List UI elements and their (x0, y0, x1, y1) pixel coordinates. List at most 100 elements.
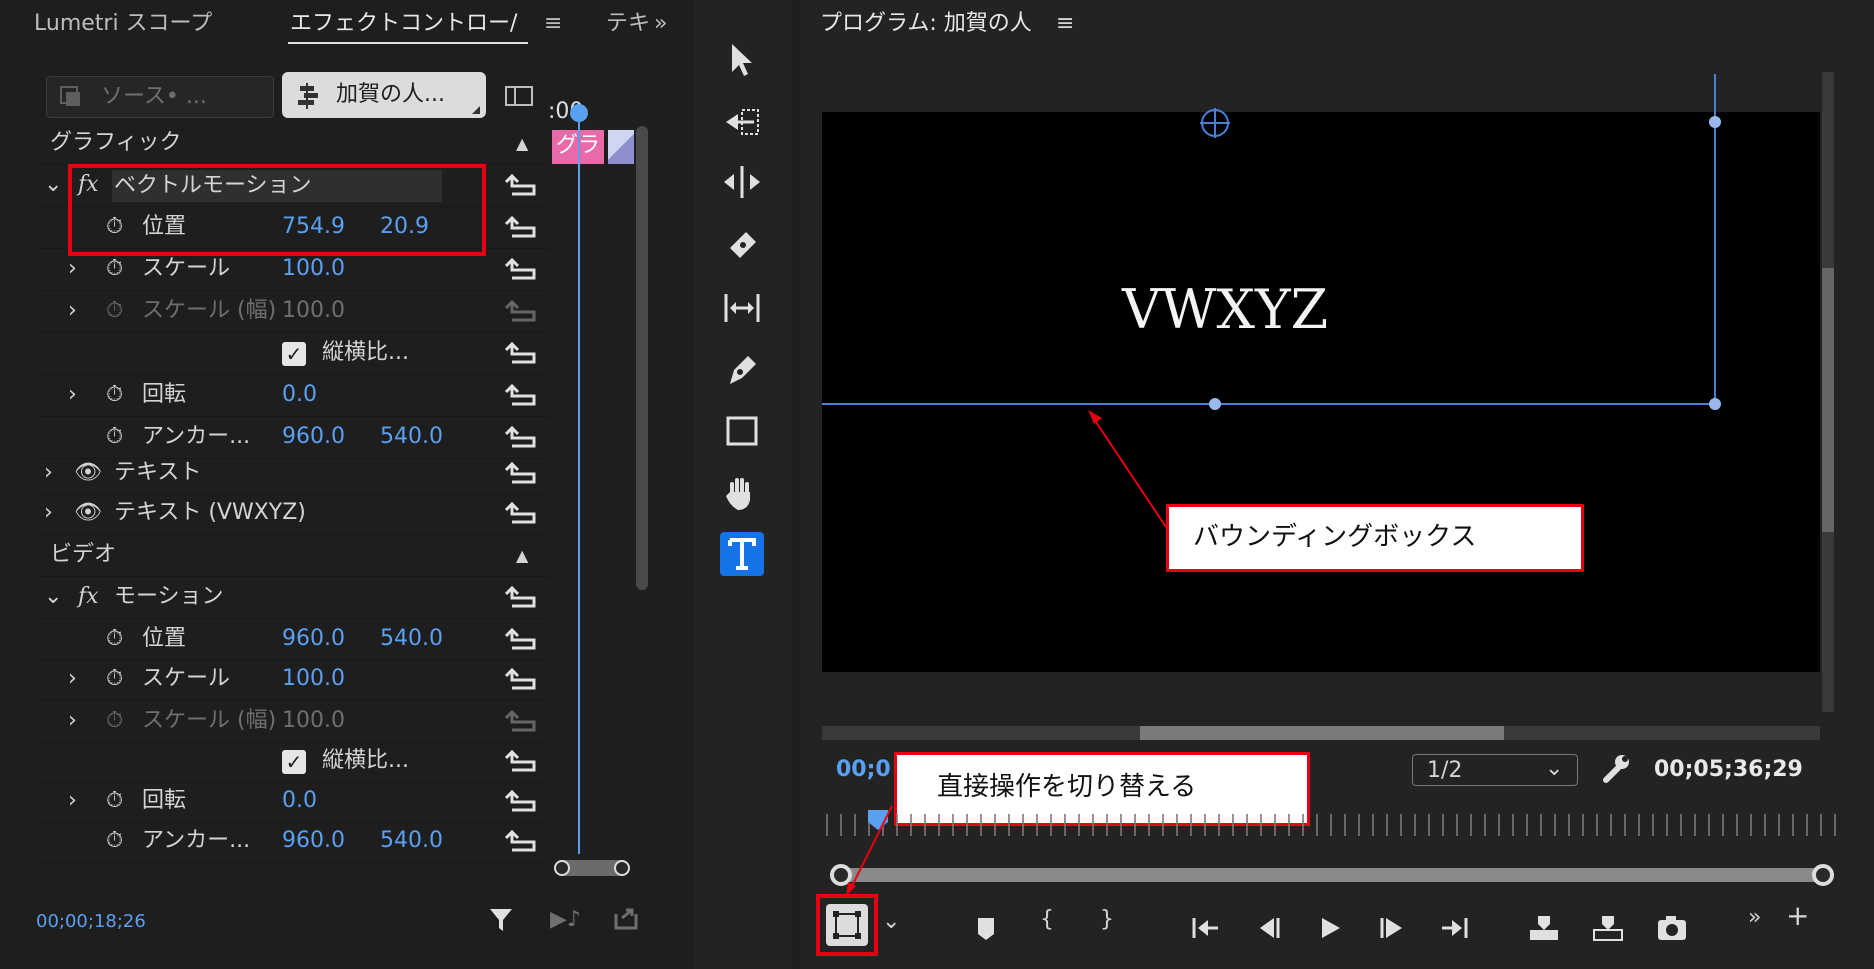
rotation-value[interactable]: 0.0 (282, 381, 317, 409)
go-to-out-icon[interactable] (1436, 910, 1472, 946)
hand-icon[interactable] (720, 472, 764, 516)
bounding-box-handle-bottom-right[interactable] (1709, 398, 1721, 410)
razor-icon[interactable] (720, 222, 764, 266)
stopwatch-icon[interactable]: ⏱ (106, 625, 123, 653)
clip-dropdown[interactable]: 加賀の人... (282, 72, 486, 118)
resolution-dropdown[interactable]: 1/2 ⌄ (1412, 754, 1578, 786)
reset-vector-motion-icon[interactable] (504, 172, 542, 200)
time-ruler[interactable] (826, 814, 1836, 836)
position-x-value[interactable]: 960.0 (282, 625, 345, 653)
tab-menu-icon[interactable]: ≡ (544, 10, 562, 38)
uniform-scale-checkbox[interactable]: ✓ (282, 342, 306, 366)
video-text-vwxyz[interactable]: VWXYZ (1122, 278, 1328, 341)
collapse-video-icon[interactable]: ▲ (516, 542, 528, 570)
more-controls-icon[interactable]: » (1748, 904, 1784, 940)
tab-text[interactable]: テキ (606, 10, 650, 38)
reset-uniform-scale-icon[interactable] (504, 748, 542, 776)
expand-vector-motion-icon[interactable]: ⌄ (44, 171, 62, 199)
insert-icon[interactable] (1526, 910, 1562, 946)
monitor-horizontal-scrollbar[interactable] (822, 726, 1820, 740)
reset-rotation-icon[interactable] (504, 382, 542, 410)
source-dropdown[interactable]: ソース• ... (46, 76, 274, 118)
scale-value[interactable]: 100.0 (282, 665, 345, 693)
layer-text-vwxyz[interactable]: › 👁 テキスト (VWXYZ) (38, 494, 550, 535)
expand-scale-width-icon[interactable]: › (68, 707, 77, 735)
reset-scale-icon[interactable] (504, 666, 542, 694)
panel-menu-icon[interactable]: ≡ (1056, 10, 1074, 38)
uniform-scale-checkbox[interactable]: ✓ (282, 750, 306, 774)
anchor-y-value[interactable]: 540.0 (380, 827, 443, 855)
expand-scale-icon[interactable]: › (68, 665, 77, 693)
bounding-box-handle-bottom-mid[interactable] (1209, 398, 1221, 410)
mark-in-icon[interactable]: { (1040, 906, 1076, 942)
reset-text-vwxyz-icon[interactable] (504, 500, 542, 528)
anchor-x-value[interactable]: 960.0 (282, 423, 345, 451)
stopwatch-icon[interactable]: ⏱ (106, 423, 123, 451)
overwrite-icon[interactable] (1590, 910, 1626, 946)
layer-text[interactable]: › 👁 テキスト (38, 454, 550, 495)
timeline-transition[interactable] (608, 130, 634, 164)
effect-motion[interactable]: ⌄ fx モーション (38, 578, 550, 619)
anchor-point-crosshair-icon[interactable] (1200, 108, 1230, 138)
button-editor-plus-icon[interactable]: + (1786, 902, 1822, 938)
export-frame-camera-icon[interactable] (1654, 910, 1690, 946)
visibility-eye-icon[interactable]: 👁 (74, 499, 102, 527)
monitor-horizontal-scroll-thumb[interactable] (1140, 726, 1504, 740)
step-back-icon[interactable] (1252, 910, 1288, 946)
expand-rotation-icon[interactable]: › (68, 787, 77, 815)
tab-lumetri-scopes[interactable]: Lumetri スコープ (34, 10, 212, 38)
filter-icon[interactable] (488, 906, 514, 934)
program-zoom-handle-right[interactable] (1812, 864, 1834, 886)
play-icon[interactable] (1312, 910, 1348, 946)
bounding-box-handle-top-right[interactable] (1709, 116, 1721, 128)
program-current-time[interactable]: 00;0 (836, 756, 891, 784)
reset-rotation-icon[interactable] (504, 788, 542, 816)
tab-effect-controls[interactable]: エフェクトコントロー/ (290, 10, 517, 38)
mark-out-icon[interactable]: } (1100, 906, 1136, 942)
visibility-eye-icon[interactable]: 👁 (74, 459, 102, 487)
anchor-y-value[interactable]: 540.0 (380, 423, 443, 451)
playhead-handle[interactable] (570, 104, 588, 122)
go-to-in-icon[interactable] (1188, 910, 1224, 946)
stopwatch-icon[interactable]: ⏱ (106, 787, 123, 815)
expand-text-vwxyz-icon[interactable]: › (44, 499, 53, 527)
reset-uniform-scale-icon[interactable] (504, 340, 542, 368)
expand-text-icon[interactable]: › (44, 459, 53, 487)
expand-rotation-icon[interactable]: › (68, 381, 77, 409)
chevron-down-icon[interactable]: ⌄ (882, 908, 918, 944)
toggle-timeline-view-icon[interactable] (504, 84, 534, 108)
zoom-handle-right[interactable] (614, 860, 630, 876)
track-select-icon[interactable] (720, 100, 764, 144)
reset-anchor-icon[interactable] (504, 828, 542, 856)
type-icon[interactable] (720, 532, 764, 576)
expand-scale-icon[interactable]: › (68, 255, 77, 283)
anchor-x-value[interactable]: 960.0 (282, 827, 345, 855)
scale-value[interactable]: 100.0 (282, 255, 345, 283)
add-marker-icon[interactable] (968, 910, 1004, 946)
position-y-value[interactable]: 540.0 (380, 625, 443, 653)
more-tabs-icon[interactable]: » (654, 10, 667, 38)
program-zoom-bar[interactable] (830, 864, 1834, 886)
stopwatch-icon[interactable]: ⏱ (106, 381, 123, 409)
stopwatch-icon[interactable]: ⏱ (106, 827, 123, 855)
reset-scale-icon[interactable] (504, 256, 542, 284)
selection-tool-icon[interactable] (720, 38, 764, 82)
stopwatch-icon[interactable]: ⏱ (106, 255, 123, 283)
expand-scale-width-icon[interactable]: › (68, 297, 77, 325)
collapse-graphics-icon[interactable]: ▲ (516, 130, 528, 158)
reset-position-icon[interactable] (504, 626, 542, 654)
monitor-vertical-scroll-thumb[interactable] (1822, 268, 1834, 532)
rectangle-icon[interactable] (720, 410, 764, 454)
program-video-frame[interactable] (822, 112, 1820, 672)
pen-icon[interactable] (720, 348, 764, 392)
reset-anchor-icon[interactable] (504, 424, 542, 452)
fx-icon[interactable]: fx (78, 583, 99, 611)
timeline-zoom-bar[interactable] (554, 860, 630, 876)
monitor-vertical-scrollbar[interactable] (1822, 72, 1834, 712)
rotation-value[interactable]: 0.0 (282, 787, 317, 815)
bounding-box-bottom-edge[interactable] (822, 403, 1716, 405)
stopwatch-icon[interactable]: ⏱ (106, 665, 123, 693)
wrench-settings-icon[interactable] (1600, 752, 1632, 784)
step-forward-icon[interactable] (1374, 910, 1410, 946)
timeline-scrollbar[interactable] (636, 126, 648, 590)
